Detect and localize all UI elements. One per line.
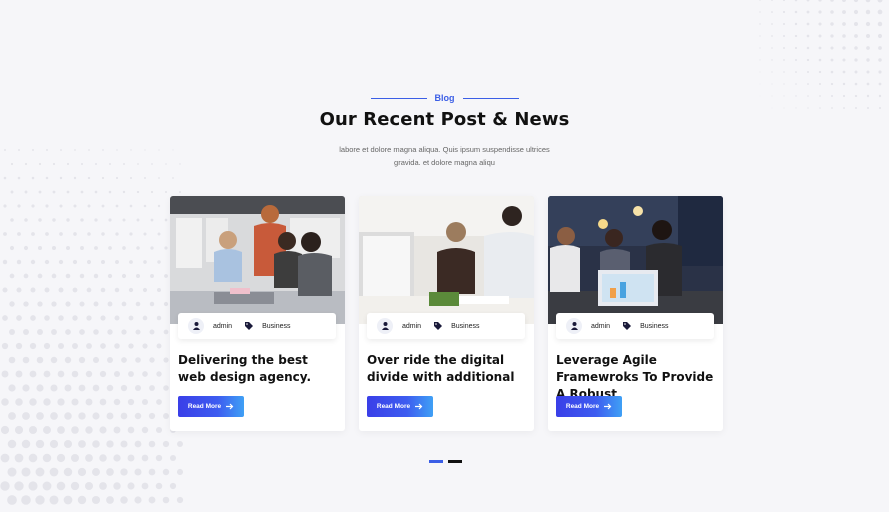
post-title[interactable]: Over ride the digital divide with additi…	[367, 352, 527, 386]
eyebrow-line-right	[462, 97, 519, 99]
user-icon	[566, 318, 582, 334]
post-title[interactable]: Delivering the best web design agency.	[178, 352, 338, 386]
read-more-button[interactable]: Read More	[178, 396, 244, 417]
arrow-right-icon	[604, 403, 612, 410]
tag-icon	[244, 318, 254, 334]
post-meta: admin Business	[556, 313, 714, 339]
user-icon	[188, 318, 204, 334]
section-subtitle: labore et dolore magna aliqua. Quis ipsu…	[339, 145, 550, 167]
arrow-right-icon	[415, 403, 423, 410]
post-card[interactable]: admin Business Over ride the digital div…	[359, 196, 534, 431]
read-more-label: Read More	[187, 403, 222, 410]
post-image[interactable]	[548, 196, 723, 324]
read-more-label: Read More	[376, 403, 411, 410]
post-author[interactable]: admin	[213, 323, 232, 330]
arrow-right-icon	[226, 403, 234, 410]
post-meta: admin Business	[178, 313, 336, 339]
tag-icon	[622, 318, 632, 334]
user-icon	[377, 318, 393, 334]
post-category[interactable]: Business	[451, 323, 479, 330]
section-header: Blog Our Recent Post & News labore et do…	[0, 93, 889, 169]
post-image[interactable]	[170, 196, 345, 324]
tag-icon	[433, 318, 443, 334]
carousel-pagination	[429, 460, 462, 463]
section-eyebrow: Blog	[0, 93, 889, 103]
post-card[interactable]: admin Business Delivering the best web d…	[170, 196, 345, 431]
pagination-dot[interactable]	[448, 460, 462, 463]
read-more-button[interactable]: Read More	[367, 396, 433, 417]
post-author[interactable]: admin	[402, 323, 421, 330]
read-more-button[interactable]: Read More	[556, 396, 622, 417]
post-category[interactable]: Business	[640, 323, 668, 330]
read-more-label: Read More	[565, 403, 600, 410]
eyebrow-label: Blog	[434, 93, 455, 103]
eyebrow-line-left	[370, 97, 427, 99]
post-meta: admin Business	[367, 313, 525, 339]
pagination-dot-active[interactable]	[429, 460, 443, 463]
post-card[interactable]: admin Business Leverage Agile Framewroks…	[548, 196, 723, 431]
section-title: Our Recent Post & News	[319, 109, 570, 130]
post-author[interactable]: admin	[591, 323, 610, 330]
post-category[interactable]: Business	[262, 323, 290, 330]
post-image[interactable]	[359, 196, 534, 324]
